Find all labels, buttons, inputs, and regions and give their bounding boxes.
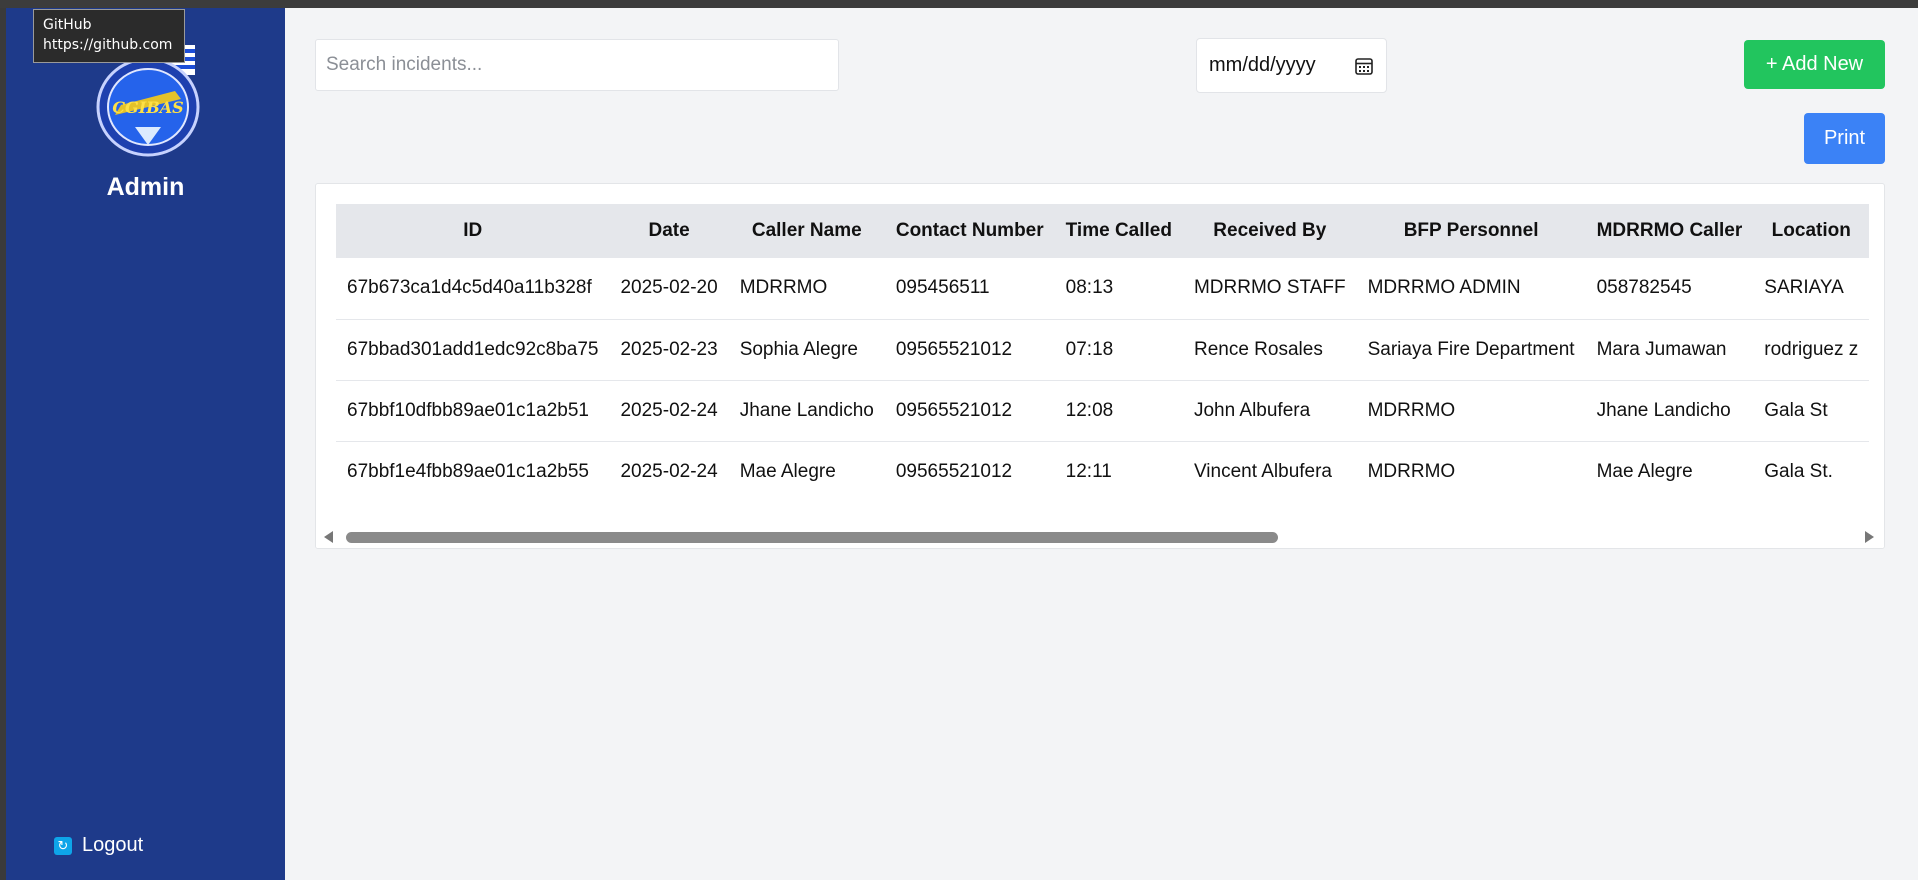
- table-row[interactable]: 67bbad301add1edc92c8ba75 2025-02-23 Sophia…: [336, 319, 1870, 381]
- search-input[interactable]: [315, 39, 839, 91]
- table-cell: 07:18: [1054, 319, 1183, 381]
- date-filter-input[interactable]: mm/dd/yyyy: [1196, 38, 1387, 93]
- table-cell: 2025-02-20: [609, 258, 729, 320]
- table-cell: 2025-02-24: [620, 460, 718, 482]
- table-header-row: ID Date Caller Name Contact Number Time Call…: [336, 204, 1870, 258]
- tooltip-title: GitHub: [43, 17, 92, 33]
- table-cell: MDRRMO: [1356, 380, 1586, 442]
- table-cell: John Albufera: [1182, 380, 1357, 442]
- scroll-left-arrow-icon[interactable]: [324, 531, 333, 543]
- table-cell: MDRRMO: [1367, 460, 1456, 482]
- browser-top-edge: [0, 0, 1918, 8]
- column-header: ID: [463, 220, 483, 241]
- table-cell: Jhane Landicho: [1585, 380, 1754, 442]
- column-header: Contact Number: [895, 220, 1044, 241]
- sidebar: CGIBAS Admin ↻ Logout: [6, 8, 285, 880]
- column-header: Time Called: [1065, 220, 1172, 241]
- column-header: MDRRMO Caller: [1596, 220, 1743, 241]
- tooltip-url: https://github.com: [43, 37, 173, 53]
- table-cell: 12:08: [1054, 380, 1183, 442]
- column-header: Date: [648, 220, 690, 241]
- table-cell: Rence Rosales: [1182, 319, 1357, 381]
- table-cell: 12:11: [1065, 460, 1112, 482]
- table-cell: Mae Alegre: [1596, 460, 1693, 482]
- app-window: CGIBAS Admin ↻ Logout mm/dd/yyyy + Add N…: [6, 8, 1918, 880]
- date-placeholder: mm/dd/yyyy: [1209, 54, 1316, 76]
- scrollbar-thumb[interactable]: [346, 532, 1278, 543]
- sidebar-title: Admin: [106, 173, 185, 201]
- table-cell: 2025-02-23: [609, 319, 729, 381]
- table-cell: rodriguez z: [1753, 319, 1870, 381]
- table-cell: 058782545: [1585, 258, 1754, 320]
- table-cell: 67bbf10dfbb89ae01c1a2b51: [336, 380, 610, 442]
- table-cell: 095456511: [884, 258, 1055, 320]
- table-cell: 2025-02-24: [609, 380, 729, 442]
- add-new-button[interactable]: + Add New: [1744, 40, 1885, 89]
- table-cell: 08:13: [1054, 258, 1183, 320]
- table-cell: MDRRMO STAFF: [1182, 258, 1357, 320]
- calendar-icon[interactable]: [1354, 56, 1374, 76]
- column-header: Location: [1771, 220, 1851, 241]
- svg-text:CGIBAS: CGIBAS: [112, 98, 183, 117]
- column-header: Received By: [1213, 220, 1327, 241]
- column-header: BFP Personnel: [1403, 220, 1539, 241]
- table-cell: 09565521012: [884, 319, 1055, 381]
- table-cell: 67bbf1e4fbb89ae01c1a2b55: [347, 460, 589, 482]
- table-cell: MDRRMO: [728, 258, 885, 320]
- table-cell: Mae Alegre: [739, 460, 836, 482]
- table-cell: Vincent Albufera: [1193, 460, 1332, 482]
- table-row[interactable]: 67bbf10dfbb89ae01c1a2b51 2025-02-24 Jhane …: [336, 380, 1870, 442]
- table-cell: 67b673ca1d4c5d40a11b328f: [336, 258, 610, 320]
- table-cell: Gala St: [1753, 380, 1870, 442]
- table-cell: Gala St.: [1764, 460, 1833, 482]
- incidents-table-card: ID Date Caller Name Contact Number Time Call…: [315, 183, 1885, 549]
- table-row[interactable]: 67b673ca1d4c5d40a11b328f 2025-02-20 MDRRMO…: [336, 258, 1870, 320]
- table-row[interactable]: 67bbf1e4fbb89ae01c1a2b55 2025-02-24 Mae Al…: [336, 441, 1869, 502]
- table-cell: Sariaya Fire Department: [1356, 319, 1586, 381]
- horizontal-scrollbar[interactable]: [316, 526, 1884, 548]
- table-cell: MDRRMO ADMIN: [1356, 258, 1586, 320]
- table-cell: 67bbad301add1edc92c8ba75: [336, 319, 610, 381]
- logout-button[interactable]: ↻ Logout: [54, 834, 143, 857]
- logout-icon: ↻: [54, 836, 72, 855]
- scroll-right-arrow-icon[interactable]: [1865, 531, 1874, 543]
- table-cell: 09565521012: [895, 460, 1013, 482]
- print-button[interactable]: Print: [1804, 113, 1885, 164]
- table-cell: Sophia Alegre: [728, 319, 885, 381]
- table-cell: 09565521012: [884, 380, 1055, 442]
- table-scroll-area[interactable]: ID Date Caller Name Contact Number Time Call…: [336, 204, 1884, 506]
- table-cell: SARIAYA: [1753, 258, 1870, 320]
- table-cell: Mara Jumawan: [1585, 319, 1754, 381]
- link-tooltip: GitHub https://github.com: [33, 9, 185, 63]
- incidents-table: ID Date Caller Name Contact Number Time Call…: [336, 204, 1870, 502]
- logout-label: Logout: [82, 834, 144, 856]
- column-header: Caller Name: [751, 220, 862, 241]
- table-cell: Jhane Landicho: [728, 380, 885, 442]
- table-body: 67b673ca1d4c5d40a11b328f 2025-02-20 MDRRMO…: [336, 258, 1870, 502]
